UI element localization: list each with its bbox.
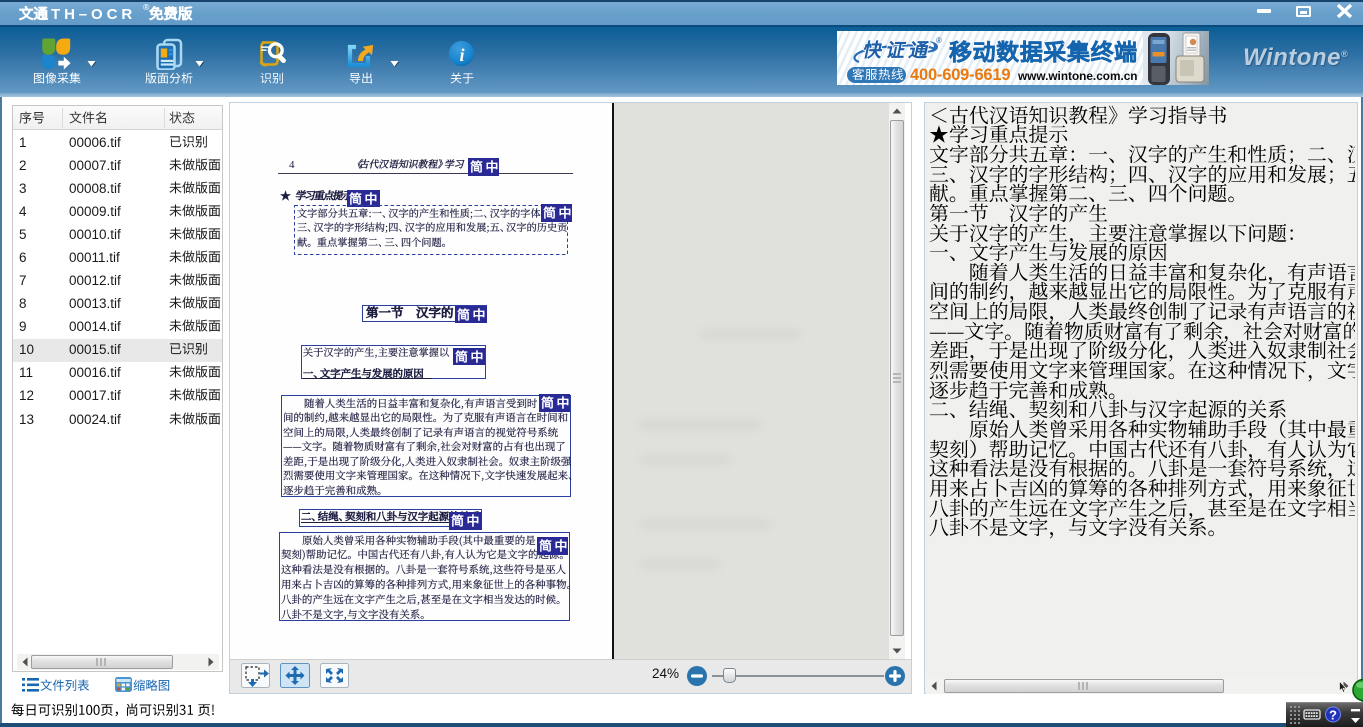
svg-text:i: i <box>459 45 464 65</box>
svg-text:?: ? <box>1329 708 1337 723</box>
